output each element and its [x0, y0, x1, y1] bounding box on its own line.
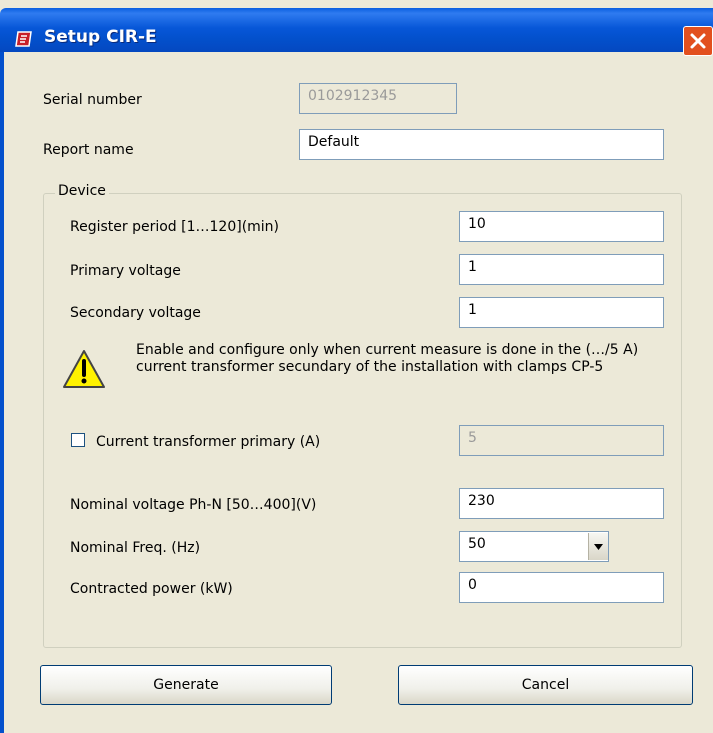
title-bar[interactable]: Setup CIR-E: [0, 8, 713, 56]
nominal-voltage-label: Nominal voltage Ph-N [50…400](V): [70, 497, 317, 513]
contracted-power-label: Contracted power (kW): [70, 581, 233, 597]
warning-icon: [63, 350, 105, 388]
primary-voltage-label: Primary voltage: [70, 263, 181, 279]
report-name-field[interactable]: Default: [299, 129, 664, 160]
current-transformer-label[interactable]: Current transformer primary (A): [96, 434, 320, 450]
cancel-button[interactable]: Cancel: [398, 665, 693, 705]
window-border: [0, 52, 4, 733]
nominal-freq-label: Nominal Freq. (Hz): [70, 540, 201, 556]
current-transformer-checkbox[interactable]: [71, 433, 85, 447]
chevron-down-icon: [594, 544, 603, 550]
secondary-voltage-label: Secondary voltage: [70, 305, 201, 321]
app-icon: [15, 31, 32, 47]
nominal-freq-select[interactable]: 50: [459, 531, 609, 562]
warning-message: Enable and configure only when current m…: [136, 342, 639, 375]
generate-button[interactable]: Generate: [40, 665, 332, 705]
setup-dialog: Setup CIR-E Serial number 0102912345 Rep…: [0, 0, 713, 733]
register-period-label: Register period [1…120](min): [70, 219, 280, 235]
report-name-label: Report name: [43, 142, 134, 158]
serial-number-label: Serial number: [43, 92, 142, 108]
current-transformer-field: 5: [459, 425, 664, 456]
serial-number-field: 0102912345: [299, 83, 457, 114]
contracted-power-field[interactable]: 0: [459, 572, 664, 603]
close-button[interactable]: [683, 26, 713, 56]
close-icon: [690, 33, 706, 49]
register-period-field[interactable]: 10: [459, 211, 664, 242]
device-group-title: Device: [55, 183, 109, 199]
secondary-voltage-field[interactable]: 1: [459, 297, 664, 328]
nominal-voltage-field[interactable]: 230: [459, 488, 664, 519]
primary-voltage-field[interactable]: 1: [459, 254, 664, 285]
nominal-freq-dropdown-button[interactable]: [588, 533, 608, 560]
window-title: Setup CIR-E: [44, 27, 157, 47]
